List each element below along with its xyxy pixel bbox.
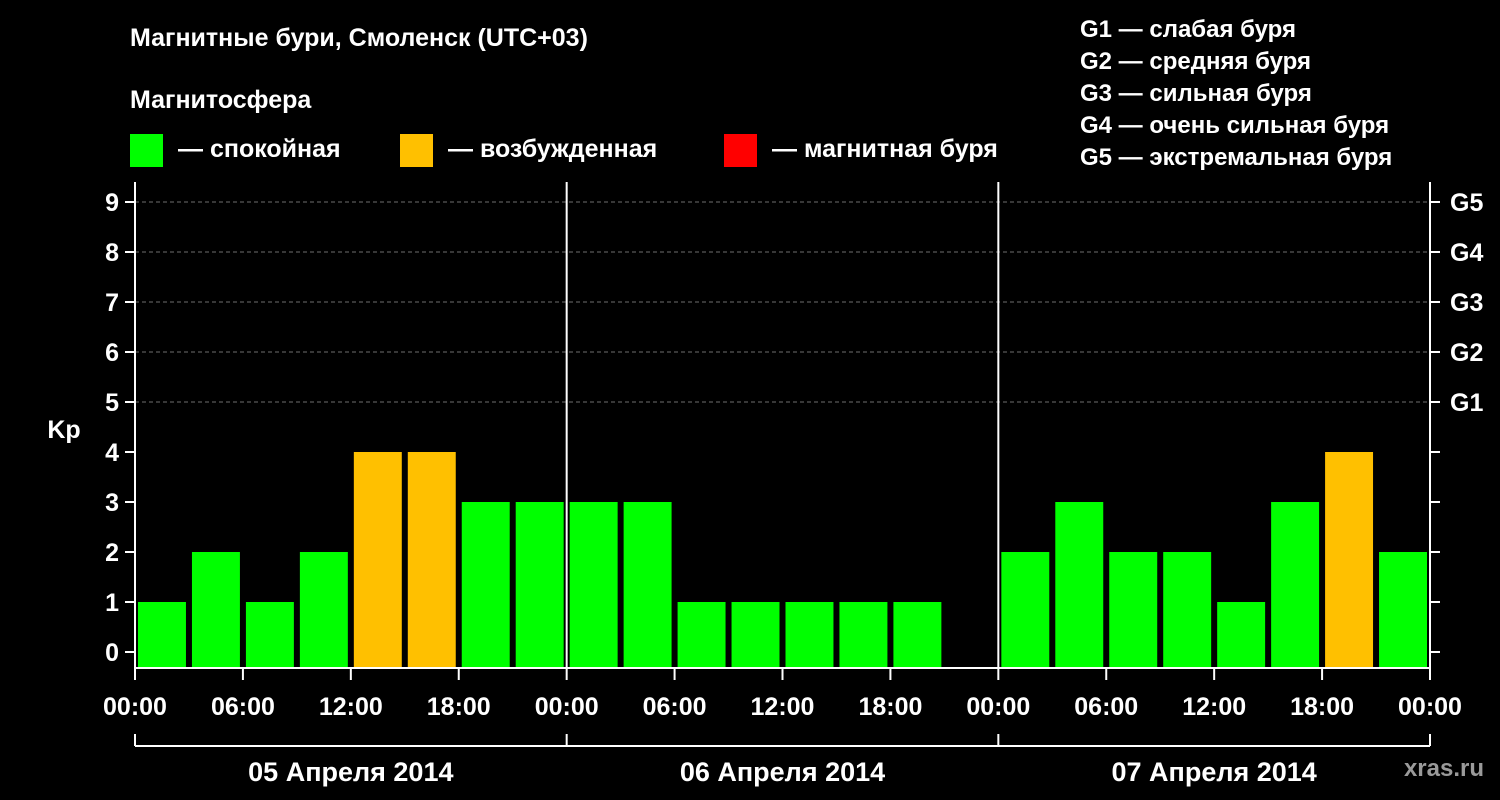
bar <box>1379 552 1427 668</box>
bar <box>1163 552 1212 668</box>
bar <box>1271 502 1320 668</box>
y-tick-label: 1 <box>105 589 119 617</box>
y-tick-label: 8 <box>105 239 119 267</box>
y-tick-label: 4 <box>105 439 119 467</box>
x-tick-label: 06:00 <box>211 693 275 721</box>
y-tick-label: 0 <box>105 639 119 667</box>
x-tick-label: 06:00 <box>1074 693 1138 721</box>
bar <box>569 502 618 668</box>
y-tick-label: 5 <box>105 389 119 417</box>
x-tick-label: 18:00 <box>858 693 922 721</box>
x-tick-label: 06:00 <box>643 693 707 721</box>
site-credit: xras.ru <box>1403 755 1484 782</box>
x-tick-label: 00:00 <box>1398 693 1462 721</box>
y-axis-title: Kp <box>47 416 80 444</box>
y-tick-label: 9 <box>105 189 119 217</box>
x-tick-label: 12:00 <box>319 693 383 721</box>
bar <box>893 602 942 668</box>
bar <box>353 452 402 668</box>
x-tick-label: 00:00 <box>966 693 1030 721</box>
day-label: 05 Апреля 2014 <box>248 757 453 787</box>
g-axis-label: G4 <box>1450 239 1483 267</box>
y-tick-label: 6 <box>105 339 119 367</box>
kp-bar-chart: 0 1 2 3 4 5 6 7 8 9 G1 G2 G3 G4 G5 Kp 00:00 06:00 12:00 18:… <box>47 182 1483 787</box>
y-tick-label: 3 <box>105 489 119 517</box>
bar <box>245 602 294 668</box>
bar <box>138 602 186 668</box>
g-axis-label: G2 <box>1450 339 1483 367</box>
x-tick-label: 00:00 <box>103 693 167 721</box>
y-tick-label: 7 <box>105 289 119 317</box>
g-axis-label: G1 <box>1450 389 1483 417</box>
bar <box>1325 452 1374 668</box>
bar <box>407 452 456 668</box>
bar <box>191 552 240 668</box>
bar <box>461 502 510 668</box>
x-tick-label: 12:00 <box>751 693 815 721</box>
x-tick-label: 00:00 <box>535 693 599 721</box>
bar <box>677 602 726 668</box>
bar <box>731 602 780 668</box>
bar <box>1217 602 1266 668</box>
bar <box>1055 502 1104 668</box>
day-label: 07 Апреля 2014 <box>1112 757 1317 787</box>
x-tick-label: 18:00 <box>1290 693 1354 721</box>
bar <box>1109 552 1158 668</box>
x-tick-label: 12:00 <box>1182 693 1246 721</box>
bar <box>839 602 888 668</box>
bar <box>785 602 834 668</box>
bar <box>1001 552 1050 668</box>
bar <box>623 502 672 668</box>
day-label: 06 Апреля 2014 <box>680 757 885 787</box>
g-axis-label: G3 <box>1450 289 1483 317</box>
g-axis-label: G5 <box>1450 189 1483 217</box>
bar <box>299 552 348 668</box>
bar <box>515 502 564 668</box>
x-tick-label: 18:00 <box>427 693 491 721</box>
y-tick-label: 2 <box>105 539 119 567</box>
